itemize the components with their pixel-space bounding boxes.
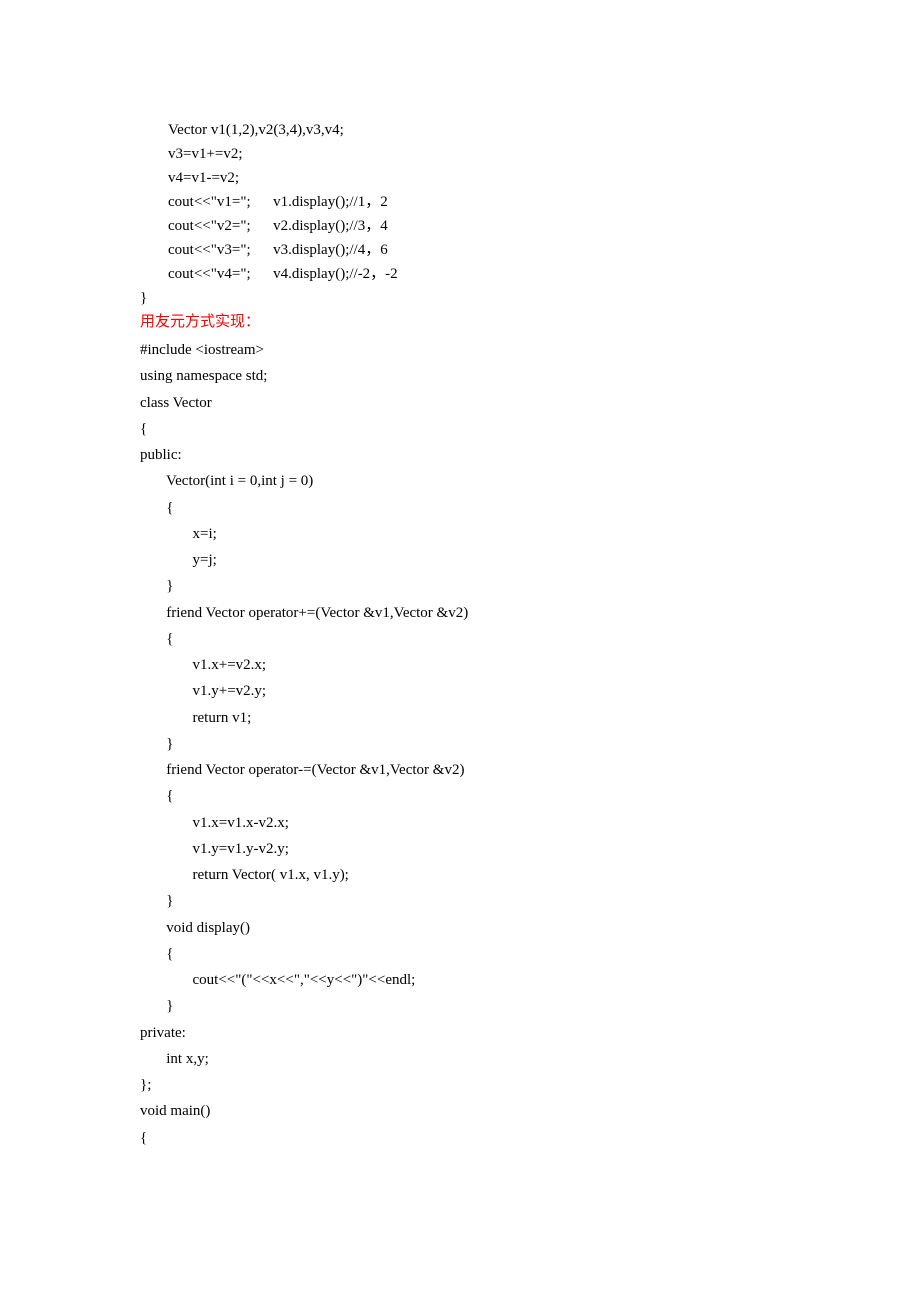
code-line: Vector(int i = 0,int j = 0)	[140, 470, 780, 493]
code-line: {	[140, 785, 780, 808]
code-line: return v1;	[140, 707, 780, 730]
code-line: v1.x=v1.x-v2.x;	[140, 812, 780, 835]
code-line: v4=v1-=v2;	[140, 168, 780, 189]
code-line: {	[140, 1127, 780, 1150]
code-line: {	[140, 943, 780, 966]
code-line: {	[140, 628, 780, 651]
code-block: #include <iostream> using namespace std;…	[140, 339, 780, 1150]
code-line: cout<<"v1="; v1.display();//1，2	[140, 192, 780, 213]
code-line: private:	[140, 1022, 780, 1045]
section-heading: 用友元方式实现：	[140, 312, 780, 333]
code-line: };	[140, 1074, 780, 1097]
code-line: using namespace std;	[140, 365, 780, 388]
code-line: v3=v1+=v2;	[140, 144, 780, 165]
code-line: {	[140, 497, 780, 520]
code-line: class Vector	[140, 392, 780, 415]
code-line: }	[140, 890, 780, 913]
code-line: cout<<"v4="; v4.display();//-2，-2	[140, 264, 780, 285]
code-line: {	[140, 418, 780, 441]
code-line: }	[140, 995, 780, 1018]
code-line: x=i;	[140, 523, 780, 546]
code-line: }	[140, 733, 780, 756]
code-line: v1.y=v1.y-v2.y;	[140, 838, 780, 861]
code-line: friend Vector operator-=(Vector &v1,Vect…	[140, 759, 780, 782]
document-page: Vector v1(1,2),v2(3,4),v3,v4; v3=v1+=v2;…	[0, 0, 920, 1253]
code-line: void display()	[140, 917, 780, 940]
code-line: cout<<"("<<x<<","<<y<<")"<<endl;	[140, 969, 780, 992]
code-line: }	[140, 575, 780, 598]
code-line: int x,y;	[140, 1048, 780, 1071]
code-line: v1.y+=v2.y;	[140, 680, 780, 703]
code-line: y=j;	[140, 549, 780, 572]
code-line: Vector v1(1,2),v2(3,4),v3,v4;	[140, 120, 780, 141]
code-line: return Vector( v1.x, v1.y);	[140, 864, 780, 887]
code-line: cout<<"v3="; v3.display();//4，6	[140, 240, 780, 261]
code-line: v1.x+=v2.x;	[140, 654, 780, 677]
code-line: public:	[140, 444, 780, 467]
code-line: friend Vector operator+=(Vector &v1,Vect…	[140, 602, 780, 625]
code-line: cout<<"v2="; v2.display();//3，4	[140, 216, 780, 237]
code-line: #include <iostream>	[140, 339, 780, 362]
code-line: }	[140, 288, 780, 309]
code-line: void main()	[140, 1100, 780, 1123]
